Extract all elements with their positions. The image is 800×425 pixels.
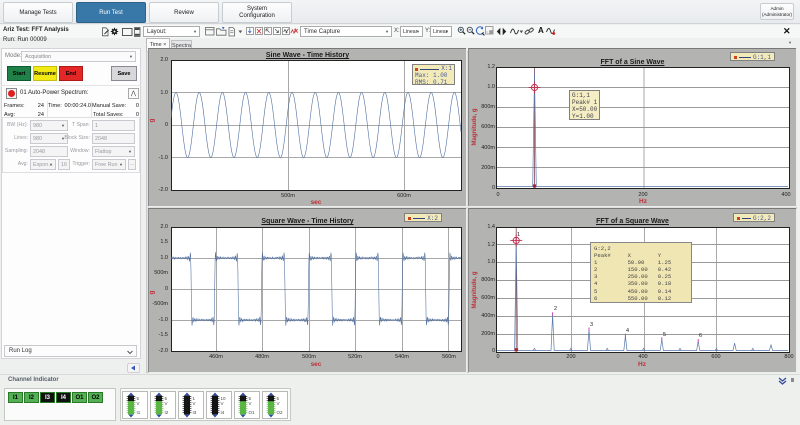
svg-text:V: V xyxy=(137,401,140,406)
svg-text:V: V xyxy=(277,401,280,406)
svg-text:O1: O1 xyxy=(249,410,256,415)
svg-text:I1: I1 xyxy=(137,410,141,415)
svg-text:V: V xyxy=(165,401,168,406)
svg-text:I4: I4 xyxy=(221,410,225,415)
svg-text:V: V xyxy=(249,401,252,406)
svg-text:V: V xyxy=(221,401,224,406)
svg-text:V: V xyxy=(193,401,196,406)
svg-text:I3: I3 xyxy=(193,410,197,415)
svg-text:O2: O2 xyxy=(277,410,284,415)
svg-text:I2: I2 xyxy=(165,410,169,415)
